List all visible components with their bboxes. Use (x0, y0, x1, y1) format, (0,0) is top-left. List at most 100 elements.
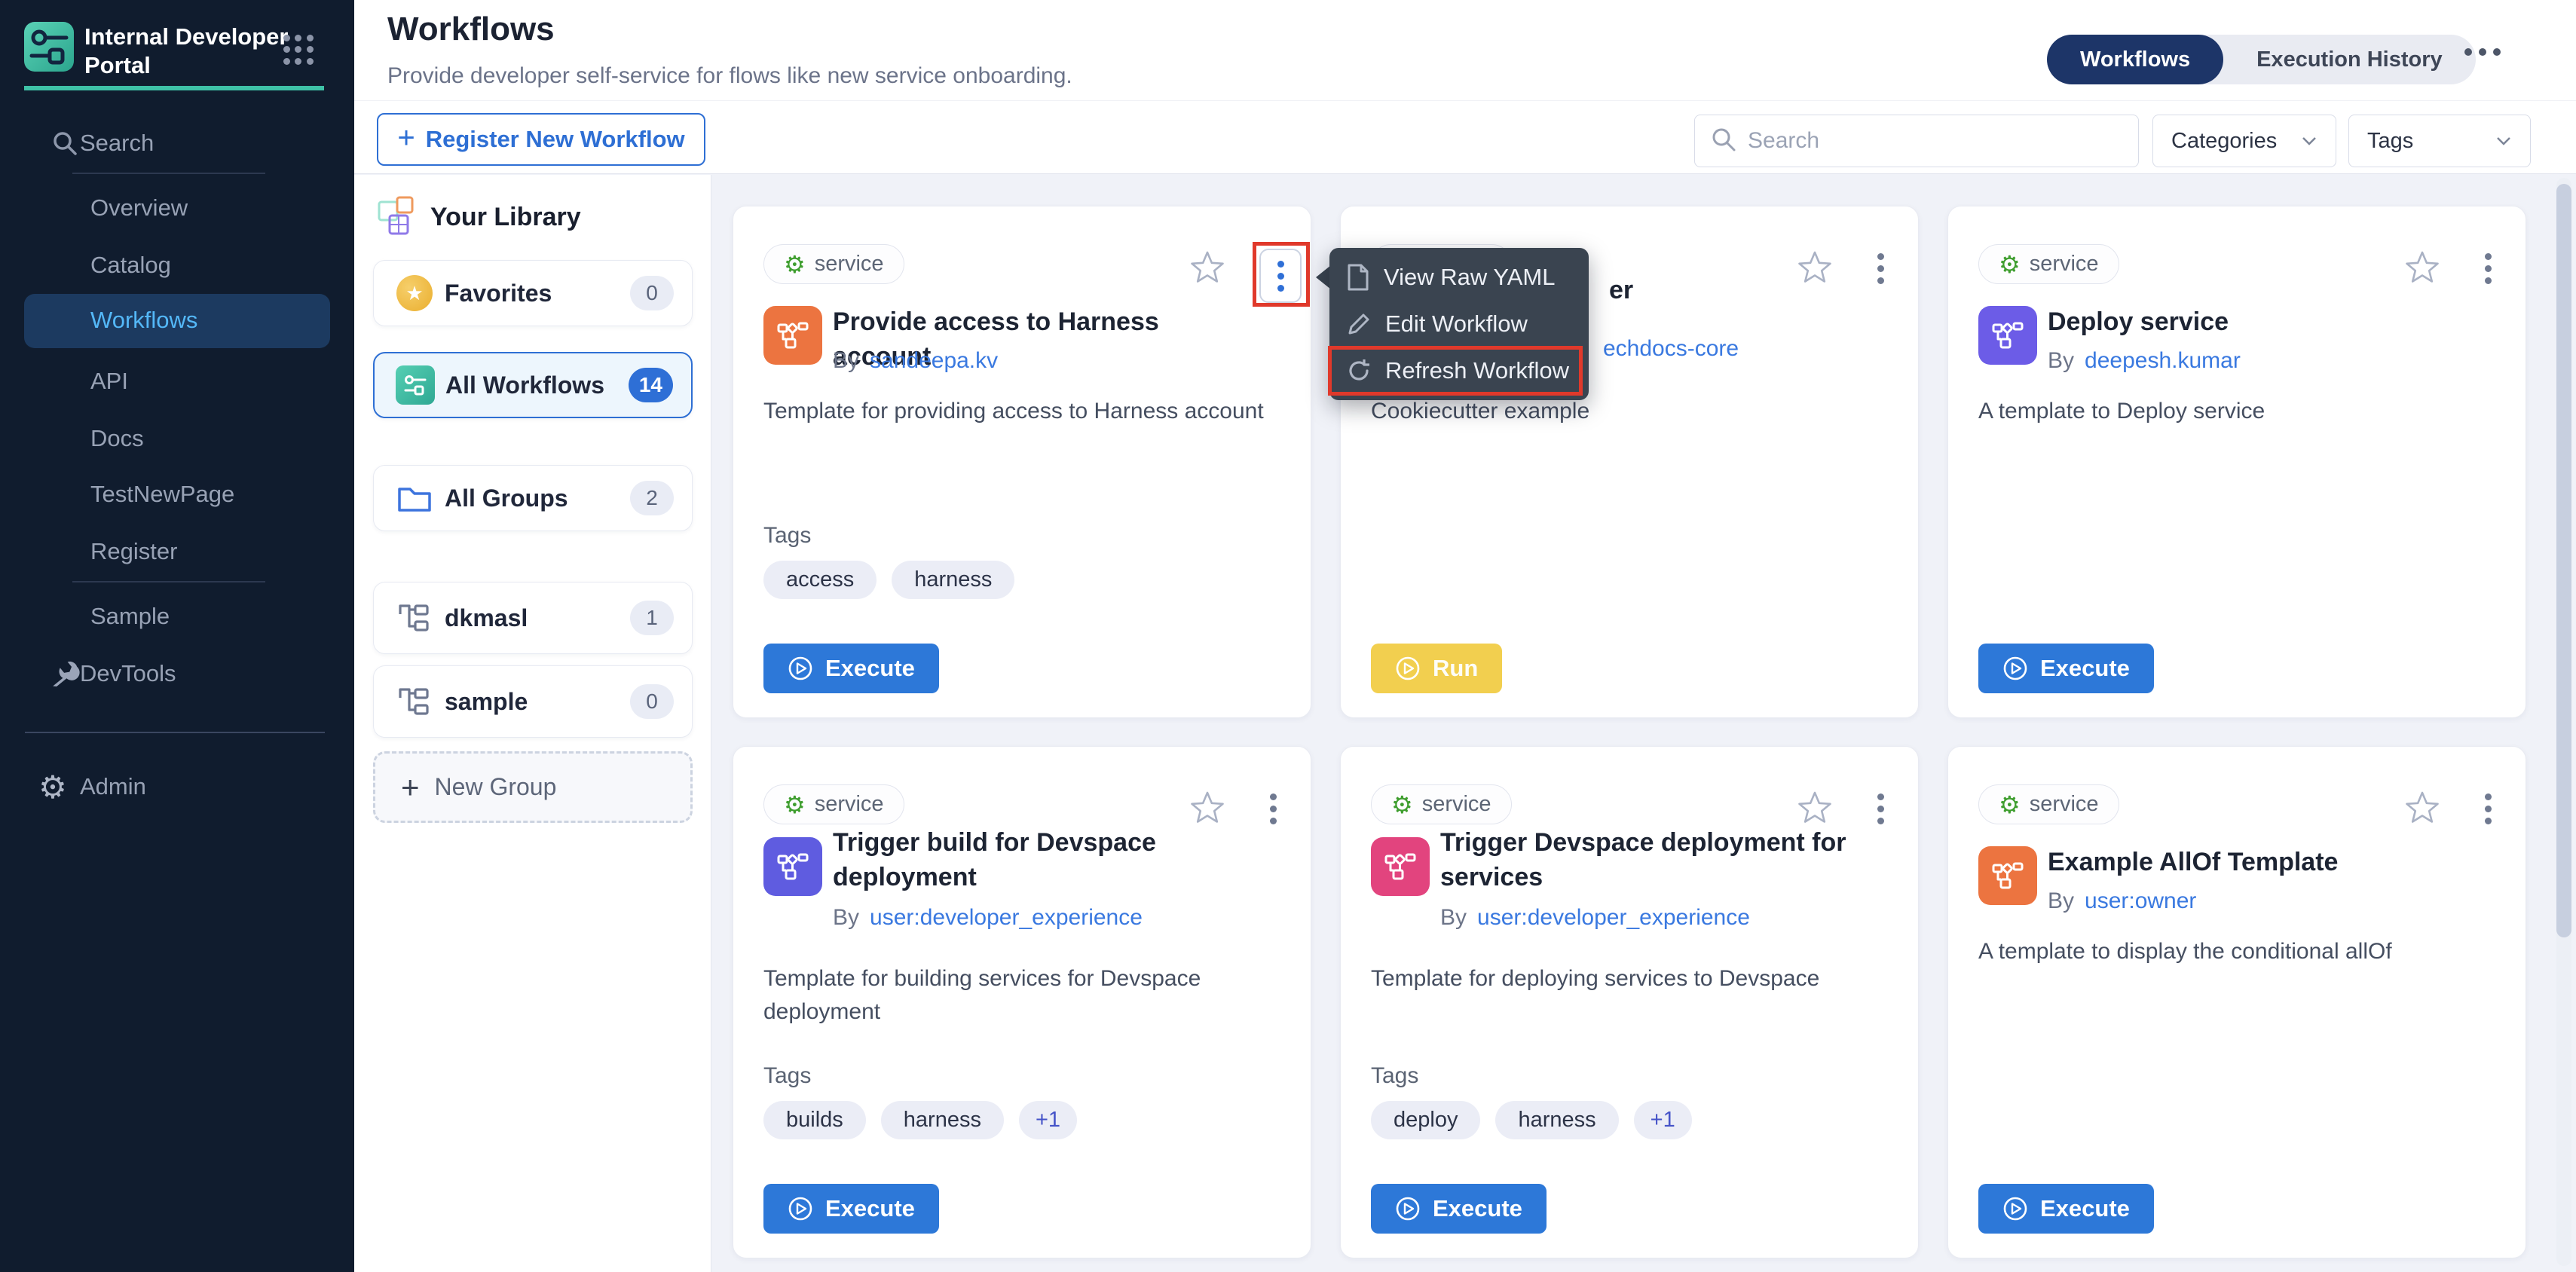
library-item-all-groups[interactable]: All Groups 2 (373, 465, 693, 531)
sidebar-item-docs[interactable]: Docs (0, 417, 354, 460)
favorite-star-icon[interactable] (1797, 790, 1832, 824)
page-subtitle: Provide developer self-service for flows… (387, 63, 1072, 89)
gear-icon: ⚙ (36, 770, 69, 803)
workflow-author: Bydeepesh.kumar (2048, 348, 2241, 374)
run-button[interactable]: Run (1371, 644, 1502, 693)
tag-list: builds harness +1 (763, 1101, 1077, 1139)
workflow-description: Template for providing access to Harness… (763, 395, 1291, 428)
execute-button[interactable]: Execute (1978, 1184, 2154, 1234)
card-menu-kebab-icon[interactable] (1259, 249, 1302, 303)
menu-item-view-raw-yaml[interactable]: View Raw YAML (1329, 254, 1589, 301)
library-item-dkmasl[interactable]: dkmasl 1 (373, 582, 693, 654)
favorite-star-icon[interactable] (2405, 790, 2440, 824)
search-input[interactable] (1748, 128, 2109, 154)
plus-icon: + (401, 769, 420, 806)
search-icon (1710, 126, 1737, 157)
brand-underline (24, 86, 324, 90)
workflow-type-icon (763, 306, 822, 365)
sidebar-item-label: Search (80, 130, 154, 157)
tag: harness (881, 1101, 1004, 1139)
menu-item-edit-workflow[interactable]: Edit Workflow (1329, 301, 1589, 347)
sidebar-item-api[interactable]: API (0, 360, 354, 402)
apps-grid-icon[interactable] (283, 35, 314, 65)
author-link[interactable]: user:developer_experience (1477, 905, 1750, 931)
header-more-icon[interactable] (2464, 48, 2501, 56)
author-link[interactable]: deepesh.kumar (2085, 348, 2241, 374)
tags-label: Tags (1371, 1063, 1418, 1089)
execute-button[interactable]: Execute (1978, 644, 2154, 693)
favorite-star-icon[interactable] (1797, 250, 1832, 283)
card-menu-kebab-icon[interactable] (1877, 253, 1884, 284)
play-circle-icon (2002, 1196, 2028, 1222)
categories-dropdown[interactable]: Categories (2152, 115, 2336, 167)
favorite-star-icon[interactable] (1190, 250, 1225, 283)
workflow-title-fragment: er (1609, 276, 1633, 305)
library-item-sample[interactable]: sample 0 (373, 665, 693, 738)
favorite-star-icon[interactable] (2405, 250, 2440, 283)
workflow-type-icon (1978, 306, 2037, 365)
author-link[interactable]: user:owner (2085, 888, 2196, 914)
sidebar-item-overview[interactable]: Overview (0, 187, 354, 229)
library-panel: Your Library ★ Favorites 0 All Workflows… (354, 175, 711, 1272)
execute-button[interactable]: Execute (763, 1184, 939, 1234)
workflow-description: A template to Deploy service (1978, 395, 2506, 428)
workflow-description: Template for building services for Devsp… (763, 962, 1291, 1029)
tag-list: access harness (763, 561, 1014, 599)
play-circle-icon (788, 1196, 813, 1222)
tag-overflow[interactable]: +1 (1019, 1101, 1077, 1139)
sidebar-item-register[interactable]: Register (0, 531, 354, 573)
author-link[interactable]: sandeepa.kv (870, 348, 998, 374)
toggle-workflows[interactable]: Workflows (2047, 35, 2223, 84)
view-toggle: Workflows Execution History (2047, 35, 2476, 84)
favorites-star-icon: ★ (395, 275, 434, 311)
sidebar-item-catalog[interactable]: Catalog (0, 244, 354, 286)
library-item-favorites[interactable]: ★ Favorites 0 (373, 260, 693, 326)
tag-overflow[interactable]: +1 (1634, 1101, 1692, 1139)
execute-button[interactable]: Execute (763, 644, 939, 693)
workflow-description: Template for deploying services to Devsp… (1371, 962, 1898, 995)
favorite-star-icon[interactable] (1190, 790, 1225, 824)
library-item-all-workflows[interactable]: All Workflows 14 (373, 352, 693, 418)
sidebar-divider (72, 581, 265, 582)
chevron-down-icon (2495, 136, 2512, 146)
library-header: Your Library (375, 196, 581, 238)
workflow-search (1694, 115, 2139, 167)
sidebar-item-sample[interactable]: Sample (0, 595, 354, 638)
register-new-workflow-button[interactable]: + Register New Workflow (377, 113, 705, 166)
tag: builds (763, 1101, 866, 1139)
workflow-type-icon (1371, 837, 1430, 896)
sidebar-item-search[interactable]: Search (0, 122, 354, 164)
workflow-card: ⚙ service Trigger build for Devspace dep… (733, 746, 1311, 1258)
card-menu-kebab-icon[interactable] (1270, 793, 1277, 824)
count-badge: 1 (630, 601, 674, 635)
tags-dropdown[interactable]: Tags (2348, 115, 2531, 167)
page-title: Workflows (387, 11, 555, 48)
header-separator (354, 100, 2576, 101)
author-link[interactable]: user:developer_experience (870, 905, 1143, 931)
menu-item-refresh-workflow[interactable]: Refresh Workflow (1329, 347, 1589, 394)
author-link-fragment[interactable]: echdocs-core (1603, 336, 1739, 362)
pencil-icon (1346, 311, 1372, 337)
sidebar-item-testnewpage[interactable]: TestNewPage (0, 473, 354, 515)
card-menu-kebab-icon[interactable] (2485, 793, 2492, 824)
count-badge: 14 (629, 368, 673, 402)
toggle-execution-history[interactable]: Execution History (2223, 35, 2476, 84)
workflow-card: ⚙ service Deploy service Bydeepesh.kumar… (1947, 206, 2526, 718)
sidebar-item-devtools[interactable]: DevTools (0, 653, 354, 695)
play-circle-icon (2002, 656, 2028, 681)
sidebar-item-workflows[interactable]: Workflows (24, 294, 330, 348)
execute-button[interactable]: Execute (1371, 1184, 1547, 1234)
chevron-down-icon (2301, 136, 2317, 146)
sidebar-divider (25, 732, 325, 733)
wrench-icon (48, 657, 81, 690)
scrollbar-thumb[interactable] (2556, 184, 2571, 937)
card-menu-kebab-icon[interactable] (2485, 253, 2492, 284)
kind-badge: ⚙ service (1978, 784, 2119, 824)
kind-badge: ⚙ service (763, 784, 904, 824)
kind-badge: ⚙ service (1978, 244, 2119, 284)
card-menu-kebab-icon[interactable] (1877, 793, 1884, 824)
sidebar-item-admin[interactable]: ⚙ Admin (0, 766, 354, 808)
new-group-button[interactable]: + New Group (373, 751, 693, 823)
tag: harness (1495, 1101, 1618, 1139)
sidebar: Internal Developer Portal Search Overvie… (0, 0, 354, 1272)
